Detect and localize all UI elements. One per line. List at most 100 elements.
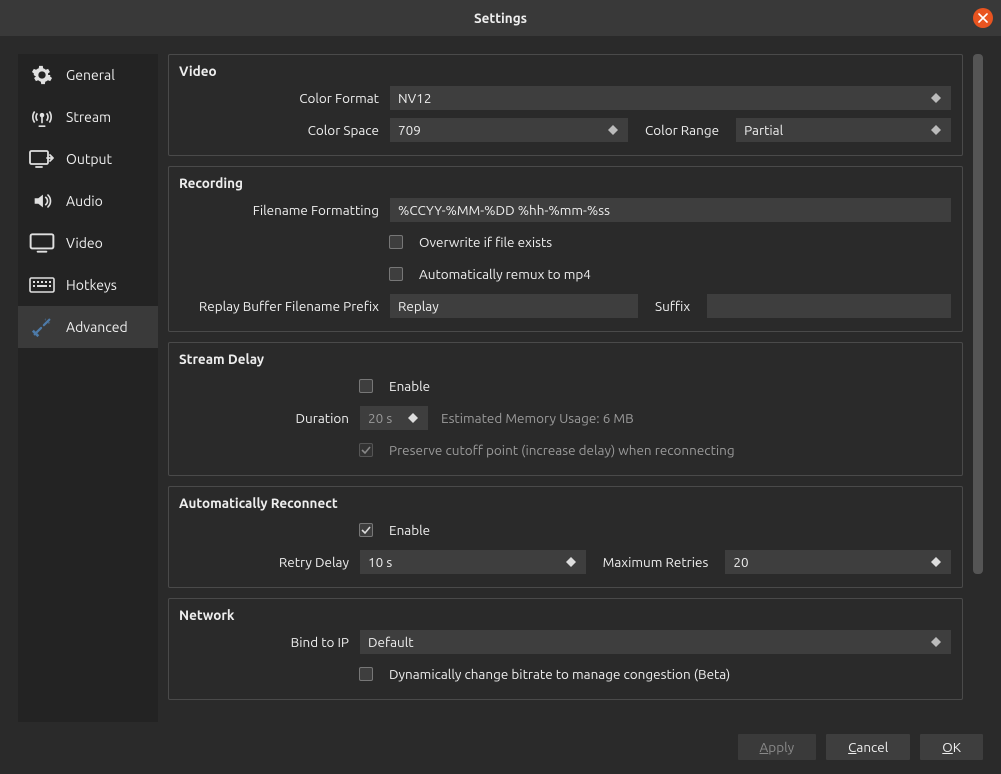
color-range-value: Partial [744,122,783,138]
duration-value: 20 s [368,410,392,426]
section-title: Video [179,63,952,79]
color-range-select[interactable]: Partial [735,117,952,143]
section-video: Video Color Format NV12 Color Space [168,54,963,156]
close-icon [978,13,988,23]
updown-icon [929,637,943,647]
gear-icon [28,64,56,86]
memory-usage-label: Estimated Memory Usage: 6 MB [441,410,634,426]
color-format-value: NV12 [398,90,431,106]
output-icon [28,148,56,170]
sidebar-item-label: Hotkeys [66,277,117,293]
monitor-icon [28,232,56,254]
retry-delay-label: Retry Delay [179,554,359,570]
overwrite-label: Overwrite if file exists [419,234,552,250]
replay-prefix-value: Replay [398,298,439,314]
suffix-input[interactable] [706,293,952,319]
sidebar-item-output[interactable]: Output [18,138,158,180]
max-retries-label: Maximum Retries [595,554,717,570]
bind-to-ip-select[interactable]: Default [359,629,952,655]
window-body: General Stream Output Audio [0,36,1001,722]
settings-window: Settings General Stream O [0,0,1001,774]
window-title: Settings [474,10,527,26]
updown-icon [606,125,620,135]
sidebar-item-label: Video [66,235,103,251]
replay-prefix-label: Replay Buffer Filename Prefix [179,298,389,314]
section-reconnect: Automatically Reconnect Enable Retry Del… [168,486,963,588]
filename-formatting-input[interactable]: %CCYY-%MM-%DD %hh-%mm-%ss [389,197,952,223]
speaker-icon [28,190,56,212]
tools-icon [28,316,56,338]
sidebar-item-label: Audio [66,193,103,209]
sidebar-item-label: General [66,67,115,83]
updown-icon [929,557,943,567]
sidebar-item-general[interactable]: General [18,54,158,96]
section-title: Stream Delay [179,351,952,367]
ok-button[interactable]: OK [920,734,983,760]
color-space-select[interactable]: 709 [389,117,629,143]
section-network: Network Bind to IP Default [168,598,963,700]
ok-rest: K [953,739,961,755]
color-format-select[interactable]: NV12 [389,85,952,111]
bind-to-ip-label: Bind to IP [179,634,359,650]
updown-icon [929,125,943,135]
sidebar-item-label: Output [66,151,112,167]
check-icon [361,445,371,455]
section-title: Network [179,607,952,623]
bind-to-ip-value: Default [368,634,414,650]
retry-delay-spin[interactable]: 10 s [359,549,587,575]
delay-enable-label: Enable [389,378,430,394]
sidebar-item-audio[interactable]: Audio [18,180,158,222]
suffix-label: Suffix [647,298,698,314]
max-retries-spin[interactable]: 20 [724,549,952,575]
duration-spin[interactable]: 20 s [359,405,429,431]
check-icon [361,525,371,535]
duration-label: Duration [179,410,359,426]
sidebar-item-hotkeys[interactable]: Hotkeys [18,264,158,306]
titlebar: Settings [0,0,1001,36]
color-range-label: Color Range [637,122,727,138]
sidebar-item-advanced[interactable]: Advanced [18,306,158,348]
main-area: Video Color Format NV12 Color Space [168,54,983,722]
antenna-icon [28,106,56,128]
section-recording: Recording Filename Formatting %CCYY-%MM-… [168,166,963,332]
cancel-button[interactable]: Cancel [826,734,910,760]
color-format-label: Color Format [179,90,389,106]
sidebar-item-label: Advanced [66,319,128,335]
dyn-bitrate-checkbox[interactable] [359,667,373,681]
retry-delay-value: 10 s [368,554,392,570]
sidebar-item-stream[interactable]: Stream [18,96,158,138]
filename-formatting-label: Filename Formatting [179,202,389,218]
remux-label: Automatically remux to mp4 [419,266,591,282]
keyboard-icon [28,274,56,296]
close-button[interactable] [973,8,993,28]
reconnect-enable-label: Enable [389,522,430,538]
preserve-label: Preserve cutoff point (increase delay) w… [389,442,735,458]
sidebar-item-video[interactable]: Video [18,222,158,264]
replay-prefix-input[interactable]: Replay [389,293,639,319]
section-stream-delay: Stream Delay Enable Duration 20 s [168,342,963,476]
cancel-rest: ancel [856,739,888,755]
scrollbar[interactable] [973,54,983,722]
sidebar-item-label: Stream [66,109,111,125]
filename-formatting-value: %CCYY-%MM-%DD %hh-%mm-%ss [398,202,610,218]
remux-checkbox[interactable] [389,267,403,281]
section-title: Recording [179,175,952,191]
updown-icon [929,93,943,103]
color-space-label: Color Space [179,122,389,138]
preserve-checkbox[interactable] [359,443,373,457]
reconnect-enable-checkbox[interactable] [359,523,373,537]
scrollbar-thumb[interactable] [973,54,983,574]
apply-button[interactable]: Apply [738,734,817,760]
updown-icon [564,557,578,567]
color-space-value: 709 [398,122,421,138]
section-title: Automatically Reconnect [179,495,952,511]
apply-rest: pply [768,739,794,755]
footer: Apply Cancel OK [0,722,1001,774]
overwrite-checkbox[interactable] [389,235,403,249]
delay-enable-checkbox[interactable] [359,379,373,393]
dyn-bitrate-label: Dynamically change bitrate to manage con… [389,666,730,682]
updown-icon [406,413,420,423]
content-pane: Video Color Format NV12 Color Space [168,54,963,722]
max-retries-value: 20 [733,554,748,570]
sidebar: General Stream Output Audio [18,54,158,722]
